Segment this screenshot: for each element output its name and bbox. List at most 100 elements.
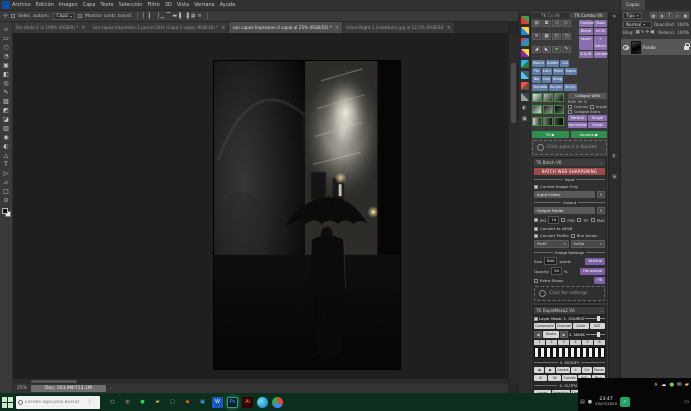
auto-select-dropdown[interactable]: Capa ▾ bbox=[53, 13, 75, 20]
dock-collapsed-icon-1[interactable]: ◐ bbox=[521, 104, 529, 112]
combo-action-button-2[interactable]: Subtle bbox=[546, 60, 559, 67]
healing-tool-icon[interactable]: ◎ bbox=[3, 80, 8, 88]
combo-action-button-1[interactable]: Match bbox=[532, 60, 545, 67]
modify-button-3[interactable]: Levels bbox=[556, 367, 569, 373]
menu-item-5[interactable]: Texto bbox=[100, 2, 113, 8]
modify-button-1[interactable]: B bbox=[534, 375, 547, 381]
whatsapp-icon[interactable]: ● bbox=[137, 397, 148, 408]
combo-purple-button-1[interactable]: Content bbox=[579, 20, 592, 27]
doc-tab-4[interactable]: Isfara Night 1 (subtitulo).jpg al 12,5% … bbox=[343, 22, 454, 33]
align-icon-2[interactable]: ▎ bbox=[149, 14, 153, 19]
mask-thumb-4[interactable] bbox=[532, 105, 542, 114]
modify-button-2[interactable]: ▶ bbox=[545, 367, 555, 373]
close-icon[interactable]: × bbox=[335, 25, 339, 31]
combo-action-button-10[interactable]: Imag bbox=[552, 76, 563, 83]
brush-black-icon[interactable]: ◢ bbox=[532, 46, 541, 53]
modify-button-3[interactable]: Curves bbox=[562, 375, 576, 381]
mask-button-4[interactable]: Grads bbox=[588, 122, 607, 128]
align-icon-4[interactable]: ▁ bbox=[161, 14, 165, 19]
align-icon-3[interactable]: ▕ bbox=[155, 14, 159, 19]
modify-button-1[interactable]: ◀ bbox=[534, 367, 544, 373]
filter-adjustment-icon[interactable]: ◑ bbox=[658, 12, 665, 19]
opera-icon[interactable]: ◆ bbox=[182, 397, 193, 408]
profile-dropdown[interactable]: Perfil▾ bbox=[534, 240, 569, 248]
tab-layers[interactable]: Capas bbox=[621, 0, 645, 10]
tk-panel-icon-5[interactable] bbox=[521, 60, 529, 68]
screen-mode-icon[interactable]: ◰ bbox=[552, 33, 561, 40]
mask-thumb-3[interactable] bbox=[554, 93, 564, 102]
menu-item-6[interactable]: Selección bbox=[119, 2, 143, 8]
start-button[interactable] bbox=[1, 395, 13, 409]
tab-tk-combo[interactable]: TK Combo V6 bbox=[570, 13, 607, 18]
go-to-adjustments-button[interactable]: Click para ir a Ajustes bbox=[532, 140, 607, 155]
mask-thumb-6[interactable] bbox=[554, 105, 564, 114]
pen-tool-icon[interactable]: △ bbox=[4, 152, 9, 160]
mask-thumb-1[interactable] bbox=[532, 93, 542, 102]
combo-action-button-7[interactable]: Super bbox=[565, 68, 578, 75]
combo-purple-button-5[interactable]: Invert bbox=[579, 36, 592, 50]
tab-tk-cx[interactable]: TK Cx V6 bbox=[532, 13, 569, 18]
combo-action-button-13[interactable]: Sin(x) bbox=[564, 84, 577, 91]
collapsed-panel-icon[interactable]: ▣ bbox=[609, 174, 620, 180]
tk-panel-icon-3[interactable] bbox=[521, 38, 529, 46]
volume-icon[interactable]: ● bbox=[588, 399, 592, 405]
photoshop-icon[interactable]: Ps bbox=[227, 397, 238, 408]
mask-button-3[interactable]: Horizontal bbox=[568, 122, 587, 128]
duplicate-icon[interactable]: ⧉ bbox=[542, 20, 551, 27]
modify-button-5[interactable]: Clr bbox=[582, 367, 592, 373]
jpg-checkbox[interactable] bbox=[534, 218, 538, 222]
tk-panel-icon-2[interactable] bbox=[521, 27, 529, 35]
store-icon[interactable]: ▢ bbox=[167, 397, 178, 408]
menu-item-7[interactable]: Filtro bbox=[147, 2, 159, 8]
dock-collapsed-icon-2[interactable]: ▣ bbox=[521, 115, 529, 123]
mask-thumb-9[interactable] bbox=[554, 117, 564, 126]
horizontal-button[interactable]: Horizontal bbox=[580, 268, 605, 275]
scrollbar-handle[interactable] bbox=[31, 380, 77, 383]
extra-sharp-checkbox[interactable] bbox=[534, 279, 538, 283]
current-image-only-checkbox[interactable] bbox=[534, 185, 538, 189]
tk-panel-icon-4[interactable] bbox=[521, 49, 529, 57]
illustrator-icon[interactable]: Ai bbox=[242, 397, 253, 408]
close-icon[interactable]: × bbox=[447, 25, 451, 31]
canvas-image[interactable] bbox=[213, 60, 401, 370]
brush-green-icon[interactable]: ▰ bbox=[552, 46, 561, 53]
align-icon-10[interactable]: ≡ bbox=[198, 14, 202, 19]
combo-action-button-3[interactable]: Col bbox=[560, 60, 569, 67]
screen-mode2-icon[interactable]: ◳ bbox=[562, 33, 571, 40]
source-slider[interactable] bbox=[585, 318, 605, 319]
zone-button-2[interactable]: 2 bbox=[546, 340, 557, 345]
zone-button-3[interactable]: 3 bbox=[558, 340, 569, 345]
chevron-down-icon[interactable]: ⌄ bbox=[600, 308, 603, 313]
layer-row-background[interactable]: Fondo bbox=[621, 39, 691, 55]
lock-artboard-icon[interactable]: ▣ bbox=[650, 30, 654, 35]
luminosity-zone-strip[interactable] bbox=[534, 347, 605, 358]
lock-pixels-icon[interactable]: ✎ bbox=[641, 30, 645, 35]
auto-select-checkbox[interactable] bbox=[11, 14, 15, 18]
batch-panel-header[interactable]: TK Batch V6 ⌄ bbox=[534, 159, 605, 166]
gradient-tool-icon[interactable]: ▥ bbox=[3, 125, 9, 133]
foreground-color-swatch[interactable] bbox=[2, 208, 8, 214]
visibility-eye-icon[interactable] bbox=[623, 45, 629, 50]
blend-mode-dropdown[interactable]: Normal ▾ bbox=[623, 21, 652, 28]
zone-button-6[interactable]: 6 bbox=[594, 340, 605, 345]
close-doc-icon[interactable]: ✕ bbox=[532, 33, 541, 40]
combo-purple-button-8[interactable]: Combine bbox=[594, 51, 607, 58]
marquee-tool-icon[interactable]: ▭ bbox=[3, 35, 9, 43]
search-input[interactable] bbox=[25, 400, 87, 405]
modify-button-2[interactable]: W bbox=[548, 375, 561, 381]
align-icon-8[interactable]: ▐ bbox=[185, 14, 189, 19]
zone-button-1[interactable]: 1 bbox=[534, 340, 545, 345]
batch-banner[interactable]: BATCH WEB SHARPENING bbox=[534, 168, 605, 175]
convert-srgb-checkbox[interactable] bbox=[534, 227, 538, 231]
type-tool-icon[interactable]: T bbox=[4, 161, 8, 169]
mask-thumb-8[interactable] bbox=[543, 117, 553, 126]
menu-item-11[interactable]: Ayuda bbox=[220, 2, 235, 8]
lasso-tool-icon[interactable]: ○ bbox=[3, 44, 8, 52]
pencil-icon[interactable]: ✎ bbox=[562, 46, 571, 53]
menu-item-4[interactable]: Capa bbox=[83, 2, 96, 8]
filter-smart-icon[interactable]: ▣ bbox=[682, 12, 689, 19]
layer-thumbnail[interactable] bbox=[631, 41, 641, 54]
input-folder-button[interactable]: Input Folder bbox=[534, 191, 595, 198]
png-checkbox[interactable] bbox=[591, 218, 595, 222]
taskview-icon[interactable]: ◍ bbox=[122, 397, 133, 408]
